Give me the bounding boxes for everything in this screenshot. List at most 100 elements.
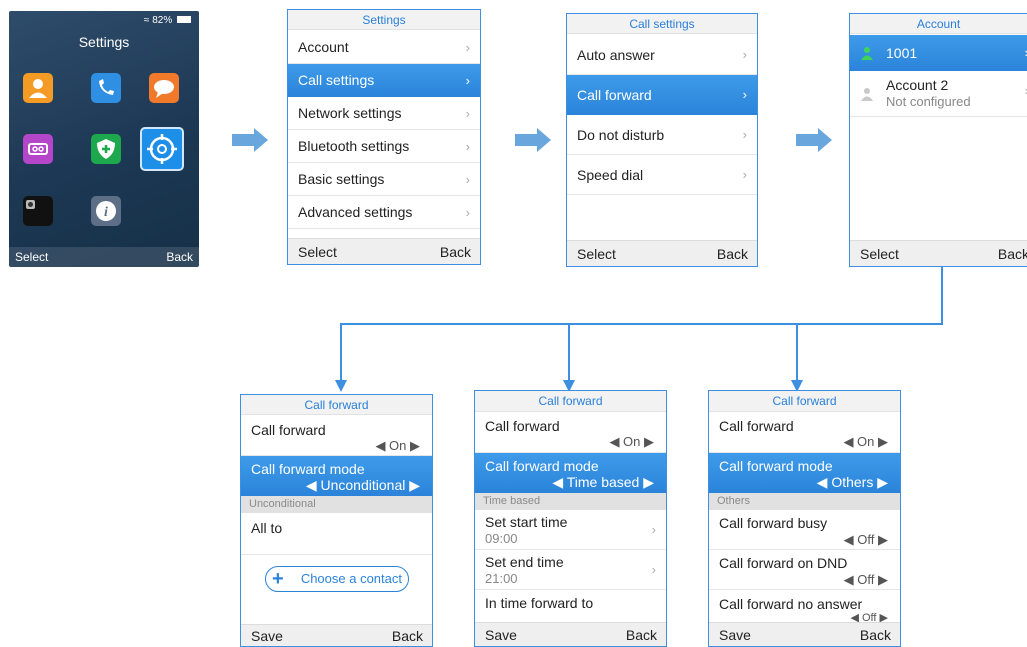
- value-text: Others: [831, 474, 874, 490]
- menu-item-label: Bluetooth settings: [298, 138, 410, 154]
- section-header: Others: [709, 493, 900, 510]
- call-forward-label: Call forward: [719, 418, 794, 434]
- section-header: Unconditional: [241, 496, 432, 513]
- save-softkey[interactable]: Save: [719, 623, 751, 646]
- busy-label: Call forward busy: [719, 515, 828, 531]
- select-softkey[interactable]: Select: [298, 239, 337, 264]
- save-softkey[interactable]: Save: [485, 623, 517, 646]
- value-text: On: [623, 434, 641, 449]
- menu-item-call-settings[interactable]: Call settings ›: [288, 64, 480, 97]
- call-forward-label: Call forward: [485, 418, 560, 434]
- end-time-label: Set end time: [485, 554, 564, 570]
- dnd-label: Call forward on DND: [719, 555, 848, 571]
- call-forward-mode-label: Call forward mode: [251, 461, 365, 477]
- call-forward-value: ◀ On ▶: [375, 438, 420, 453]
- call-forward-toggle-row[interactable]: Call forward ◀ On ▶: [241, 416, 432, 456]
- call-forward-toggle-row[interactable]: Call forward ◀ On ▶: [475, 413, 666, 453]
- call-forward-no-answer-row[interactable]: Call forward no answer ◀ Off ▶: [709, 590, 900, 624]
- softkey-bar: Save Back: [241, 624, 432, 646]
- call-forward-mode-row[interactable]: Call forward mode ◀ Others ▶: [709, 453, 900, 493]
- menu-item-call-forward[interactable]: Call forward ›: [567, 75, 757, 115]
- menu-item-label: Do not disturb: [577, 127, 665, 143]
- value-text: Unconditional: [320, 477, 406, 493]
- select-softkey[interactable]: Select: [577, 241, 616, 266]
- set-start-time-row[interactable]: Set start time 09:00 ›: [475, 510, 666, 550]
- page-title: Settings: [78, 34, 130, 50]
- plus-icon: +: [272, 568, 284, 590]
- chevron-right-icon: ›: [742, 87, 747, 102]
- save-softkey[interactable]: Save: [251, 625, 283, 646]
- call-forward-unconditional-screen: Call forward Call forward ◀ On ▶ Call fo…: [240, 394, 433, 647]
- account-item-2[interactable]: Account 2 Not configured ›: [850, 71, 1027, 117]
- voicemail-icon[interactable]: [23, 134, 53, 164]
- screen-title: Call forward: [241, 395, 432, 415]
- back-softkey[interactable]: Back: [626, 623, 657, 646]
- all-to-row[interactable]: All to: [241, 513, 432, 555]
- account-screen: Account 1001 › Account 2 Not configured …: [849, 13, 1027, 267]
- wifi-icon: ≈: [143, 15, 150, 26]
- softkey-bar: Select Back: [567, 240, 757, 266]
- end-time-value: 21:00: [485, 571, 518, 586]
- screen-title: Settings: [288, 10, 480, 30]
- menu-item-account[interactable]: Account ›: [288, 31, 480, 64]
- back-softkey[interactable]: Back: [392, 625, 423, 646]
- connector-line: [568, 323, 570, 383]
- account-status: Not configured: [886, 94, 971, 109]
- menu-item-bluetooth-settings[interactable]: Bluetooth settings ›: [288, 130, 480, 163]
- busy-value: ◀ Off ▶: [843, 532, 888, 547]
- call-history-icon[interactable]: [91, 73, 121, 103]
- menu-item-label: Account: [298, 39, 349, 55]
- chevron-right-icon: ›: [465, 172, 470, 187]
- call-forward-mode-row[interactable]: Call forward mode ◀ Time based ▶: [475, 453, 666, 493]
- messages-icon[interactable]: [149, 73, 179, 103]
- choose-contact-button[interactable]: + Choose a contact: [265, 566, 409, 592]
- menu-item-speed-dial[interactable]: Speed dial ›: [567, 155, 757, 195]
- call-forward-label: Call forward: [251, 422, 326, 438]
- call-forward-value: ◀ On ▶: [609, 434, 654, 449]
- value-text: Time based: [566, 474, 640, 490]
- back-softkey[interactable]: Back: [440, 239, 471, 264]
- back-softkey[interactable]: Back: [998, 241, 1027, 266]
- menu-item-do-not-disturb[interactable]: Do not disturb ›: [567, 115, 757, 155]
- call-forward-mode-value: ◀ Others ▶: [816, 474, 888, 490]
- menu-item-network-settings[interactable]: Network settings ›: [288, 97, 480, 130]
- in-time-forward-row[interactable]: In time forward to: [475, 590, 666, 624]
- back-softkey[interactable]: Back: [166, 250, 193, 264]
- camera-icon[interactable]: [23, 196, 53, 226]
- call-forward-busy-row[interactable]: Call forward busy ◀ Off ▶: [709, 510, 900, 550]
- account-item-1001[interactable]: 1001 ›: [850, 35, 1027, 71]
- call-forward-toggle-row[interactable]: Call forward ◀ On ▶: [709, 413, 900, 453]
- home-screen: ≈ 82% Settings i Select Back: [9, 11, 199, 267]
- call-forward-dnd-row[interactable]: Call forward on DND ◀ Off ▶: [709, 550, 900, 590]
- chevron-right-icon: ›: [465, 139, 470, 154]
- settings-icon[interactable]: [140, 127, 184, 171]
- softkey-bar: Select Back: [288, 238, 480, 264]
- arrow-down-icon: [335, 380, 347, 392]
- chevron-right-icon: ›: [742, 127, 747, 142]
- call-forward-value: ◀ On ▶: [843, 434, 888, 449]
- back-softkey[interactable]: Back: [717, 241, 748, 266]
- select-softkey[interactable]: Select: [860, 241, 899, 266]
- back-softkey[interactable]: Back: [860, 623, 891, 646]
- softkey-bar: Select Back: [9, 247, 199, 267]
- user-icon: [861, 88, 873, 101]
- menu-item-auto-answer[interactable]: Auto answer ›: [567, 35, 757, 75]
- call-forward-mode-row[interactable]: Call forward mode ◀ Unconditional ▶: [241, 456, 432, 496]
- set-end-time-row[interactable]: Set end time 21:00 ›: [475, 550, 666, 590]
- contacts-icon[interactable]: [23, 73, 53, 103]
- flow-arrow-icon: [796, 128, 832, 152]
- security-icon[interactable]: [91, 134, 121, 164]
- info-icon[interactable]: i: [91, 196, 121, 226]
- value-text: On: [857, 434, 875, 449]
- menu-item-label: Speed dial: [577, 167, 644, 183]
- menu-item-advanced-settings[interactable]: Advanced settings ›: [288, 196, 480, 229]
- menu-item-label: Basic settings: [298, 171, 385, 187]
- menu-item-label: Advanced settings: [298, 204, 413, 220]
- menu-item-label: Network settings: [298, 105, 402, 121]
- no-answer-label: Call forward no answer: [719, 596, 863, 612]
- select-softkey[interactable]: Select: [15, 250, 48, 264]
- menu-item-basic-settings[interactable]: Basic settings ›: [288, 163, 480, 196]
- screen-title: Call settings: [567, 14, 757, 34]
- connector-line: [796, 323, 798, 383]
- call-forward-mode-label: Call forward mode: [485, 458, 599, 474]
